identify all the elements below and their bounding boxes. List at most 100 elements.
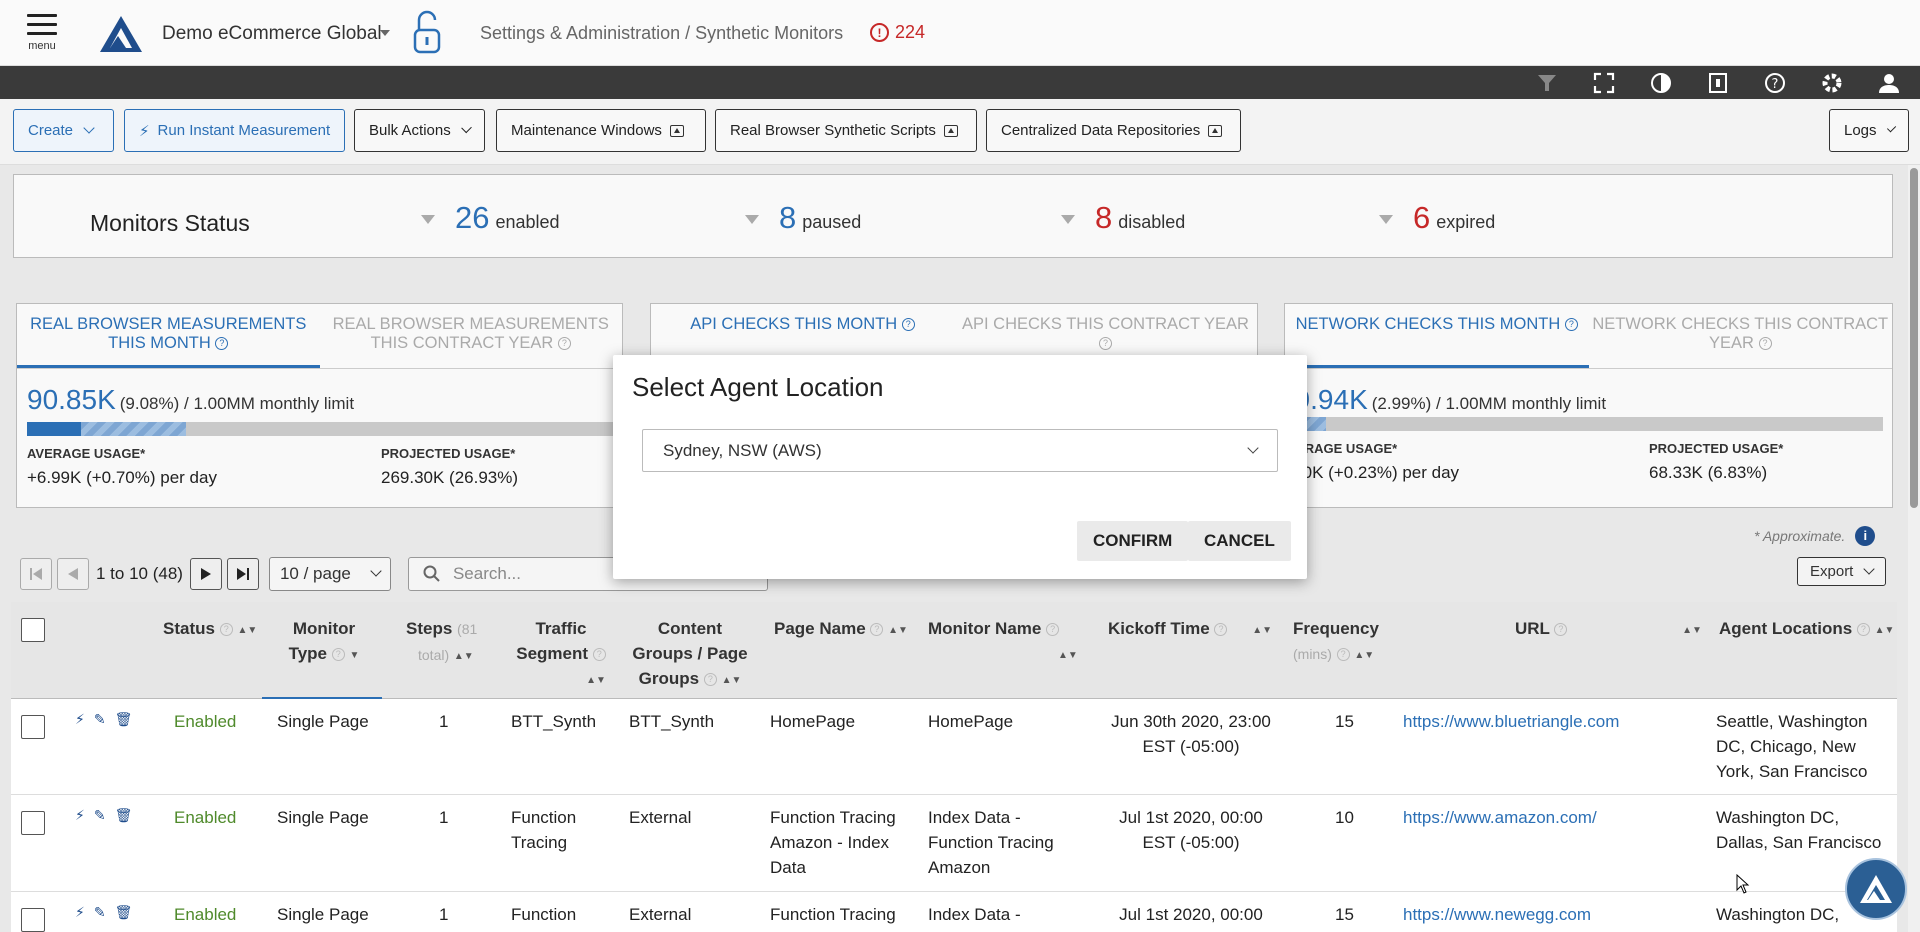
cancel-button[interactable]: CANCEL xyxy=(1188,521,1291,561)
scrollbar-thumb[interactable] xyxy=(1910,168,1918,508)
help-chat-fab[interactable] xyxy=(1845,858,1907,920)
col-traffic-segment[interactable]: Traffic Segment ? ▲▼ xyxy=(511,616,611,693)
edit-pencil-icon[interactable]: ✎ xyxy=(94,904,106,921)
tab-rb-contract-year[interactable]: REAL BROWSER MEASUREMENTS THIS CONTRACT … xyxy=(320,304,623,368)
rb-usage-detail: (9.08%) / 1.00MM monthly limit xyxy=(119,394,355,413)
export-label: Export xyxy=(1810,563,1854,580)
paused-label: paused xyxy=(802,212,862,232)
gear-icon[interactable] xyxy=(1820,71,1844,95)
row-checkbox[interactable] xyxy=(21,811,45,835)
rb-proj-label: PROJECTED USAGE* xyxy=(381,446,516,461)
org-dropdown-caret-icon[interactable] xyxy=(380,30,390,36)
row-traffic: Function xyxy=(511,905,577,924)
contrast-icon[interactable] xyxy=(1649,71,1673,95)
row-monitor-name: Index Data - xyxy=(928,905,1021,924)
maintenance-label: Maintenance Windows xyxy=(511,122,662,139)
col-status[interactable]: Status ? ▲▼ xyxy=(163,616,257,643)
delete-trash-icon[interactable]: 🗑 xyxy=(115,904,133,921)
col-agent-locations[interactable]: Agent Locations ? ▲▼ xyxy=(1719,616,1894,643)
question-icon: ? xyxy=(1564,318,1578,331)
video-icon[interactable] xyxy=(1706,71,1730,95)
dialog-title: Select Agent Location xyxy=(632,372,884,402)
col-monitor-name[interactable]: Monitor Name ? ▲▼ xyxy=(928,616,1078,668)
select-all-checkbox[interactable] xyxy=(21,618,45,642)
menu-button[interactable]: menu xyxy=(24,14,60,52)
approximate-note: * Approximate. i xyxy=(1754,526,1876,546)
centralized-data-repositories-button[interactable]: Centralized Data Repositories xyxy=(986,109,1241,152)
table-row[interactable]: ⚡ ✎ 🗑 Enabled Single Page 1 BTT_Synth BT… xyxy=(11,699,1897,795)
hamburger-icon-bar xyxy=(27,32,57,35)
table-row[interactable]: ⚡ ✎ 🗑 Enabled Single Page 1 Function Ext… xyxy=(11,892,1897,932)
agent-location-select[interactable]: Sydney, NSW (AWS) xyxy=(642,429,1278,472)
utility-bar: ? xyxy=(0,66,1920,99)
logs-button[interactable]: Logs xyxy=(1829,109,1909,152)
per-page-select[interactable]: 10 / page xyxy=(268,557,391,591)
row-kickoff: Jul 1st 2020, 00:00 EST (-05:00) xyxy=(1119,808,1263,852)
col-kickoff-time[interactable]: Kickoff Time ? ▲▼ xyxy=(1108,616,1272,643)
export-button[interactable]: Export xyxy=(1797,557,1887,586)
page-scrollbar[interactable] xyxy=(1908,165,1920,932)
tab-label: API CHECKS THIS CONTRACT YEAR xyxy=(962,315,1249,333)
col-page-name[interactable]: Page Name ? ▲▼ xyxy=(774,616,908,643)
question-icon: ? xyxy=(557,337,571,350)
monitors-table: Status ? ▲▼ Monitor Type ? ▼ Steps (81 tot… xyxy=(11,602,1897,932)
row-traffic: BTT_Synth xyxy=(511,712,597,731)
delete-trash-icon[interactable]: 🗑 xyxy=(115,807,133,824)
last-page-button[interactable] xyxy=(226,558,259,590)
external-link-icon xyxy=(1208,124,1223,137)
tab-net-this-month[interactable]: NETWORK CHECKS THIS MONTH ? xyxy=(1285,304,1589,368)
mouse-cursor-icon xyxy=(1736,873,1750,897)
tab-rb-this-month[interactable]: REAL BROWSER MEASUREMENTS THIS MONTH ? xyxy=(17,304,320,368)
row-checkbox[interactable] xyxy=(21,715,45,739)
col-steps[interactable]: Steps (81 total) ▲▼ xyxy=(406,616,477,669)
run-lightning-icon[interactable]: ⚡ xyxy=(75,904,85,921)
disabled-stat[interactable]: 8 disabled xyxy=(1061,200,1185,236)
run-instant-measurement-button[interactable]: ⚡ Run Instant Measurement xyxy=(124,109,345,152)
monitors-status-panel: Monitors Status 26 enabled 8 paused 8 di… xyxy=(13,174,1893,258)
row-url-link[interactable]: https://www.bluetriangle.com xyxy=(1403,709,1619,734)
info-icon[interactable]: i xyxy=(1855,526,1876,546)
row-monitor-name: Index Data - Function Tracing Amazon xyxy=(928,808,1054,877)
bulk-actions-button[interactable]: Bulk Actions xyxy=(354,109,485,152)
fullscreen-icon[interactable] xyxy=(1592,71,1616,95)
col-frequency[interactable]: Frequency (mins) ? ▲▼ xyxy=(1293,616,1379,668)
tab-net-contract-year[interactable]: NETWORK CHECKS THIS CONTRACT YEAR ? xyxy=(1589,304,1893,368)
paused-stat[interactable]: 8 paused xyxy=(745,200,861,236)
help-icon[interactable]: ? xyxy=(1763,71,1787,95)
unlock-icon[interactable] xyxy=(412,10,442,59)
user-icon[interactable] xyxy=(1877,71,1901,95)
expired-stat[interactable]: 6 expired xyxy=(1379,200,1495,236)
col-content-groups[interactable]: Content Groups / Page Groups ? ▲▼ xyxy=(625,616,755,693)
row-content: BTT_Synth xyxy=(629,712,715,731)
create-button[interactable]: Create xyxy=(13,109,114,152)
company-logo-icon[interactable] xyxy=(98,14,144,57)
first-page-button[interactable] xyxy=(20,558,52,590)
next-page-button[interactable] xyxy=(189,558,222,590)
org-name[interactable]: Demo eCommerce Global xyxy=(162,23,382,45)
run-lightning-icon[interactable]: ⚡ xyxy=(75,807,85,824)
row-checkbox[interactable] xyxy=(21,908,45,932)
row-status: Enabled xyxy=(174,808,237,827)
filter-icon[interactable] xyxy=(1535,71,1559,95)
run-lightning-icon[interactable]: ⚡ xyxy=(75,711,85,728)
table-row[interactable]: ⚡ ✎ 🗑 Enabled Single Page 1 Function Trac… xyxy=(11,795,1897,892)
row-url-link[interactable]: https://www.newegg.com xyxy=(1403,902,1591,927)
enabled-stat[interactable]: 26 enabled xyxy=(421,200,560,236)
row-url-link[interactable]: https://www.amazon.com/ xyxy=(1403,805,1597,830)
maintenance-windows-button[interactable]: Maintenance Windows xyxy=(496,109,706,152)
prev-page-button[interactable] xyxy=(57,558,89,590)
search-placeholder: Search... xyxy=(452,564,521,583)
real-browser-scripts-button[interactable]: Real Browser Synthetic Scripts xyxy=(715,109,977,152)
edit-pencil-icon[interactable]: ✎ xyxy=(94,711,106,728)
row-type: Single Page xyxy=(277,905,369,924)
col-monitor-type[interactable]: Monitor Type ? ▼ xyxy=(269,616,379,668)
row-type: Single Page xyxy=(277,808,369,827)
delete-trash-icon[interactable]: 🗑 xyxy=(115,711,133,728)
confirm-button[interactable]: CONFIRM xyxy=(1077,521,1189,561)
action-toolbar: Create ⚡ Run Instant Measurement Bulk Ac… xyxy=(0,99,1920,165)
alert-indicator[interactable]: ! 224 xyxy=(870,22,925,43)
row-status: Enabled xyxy=(174,712,237,731)
col-url[interactable]: URL ? ▲▼ xyxy=(1515,616,1702,643)
edit-pencil-icon[interactable]: ✎ xyxy=(94,807,106,824)
select-agent-location-dialog: Select Agent Location Sydney, NSW (AWS) … xyxy=(613,355,1307,579)
